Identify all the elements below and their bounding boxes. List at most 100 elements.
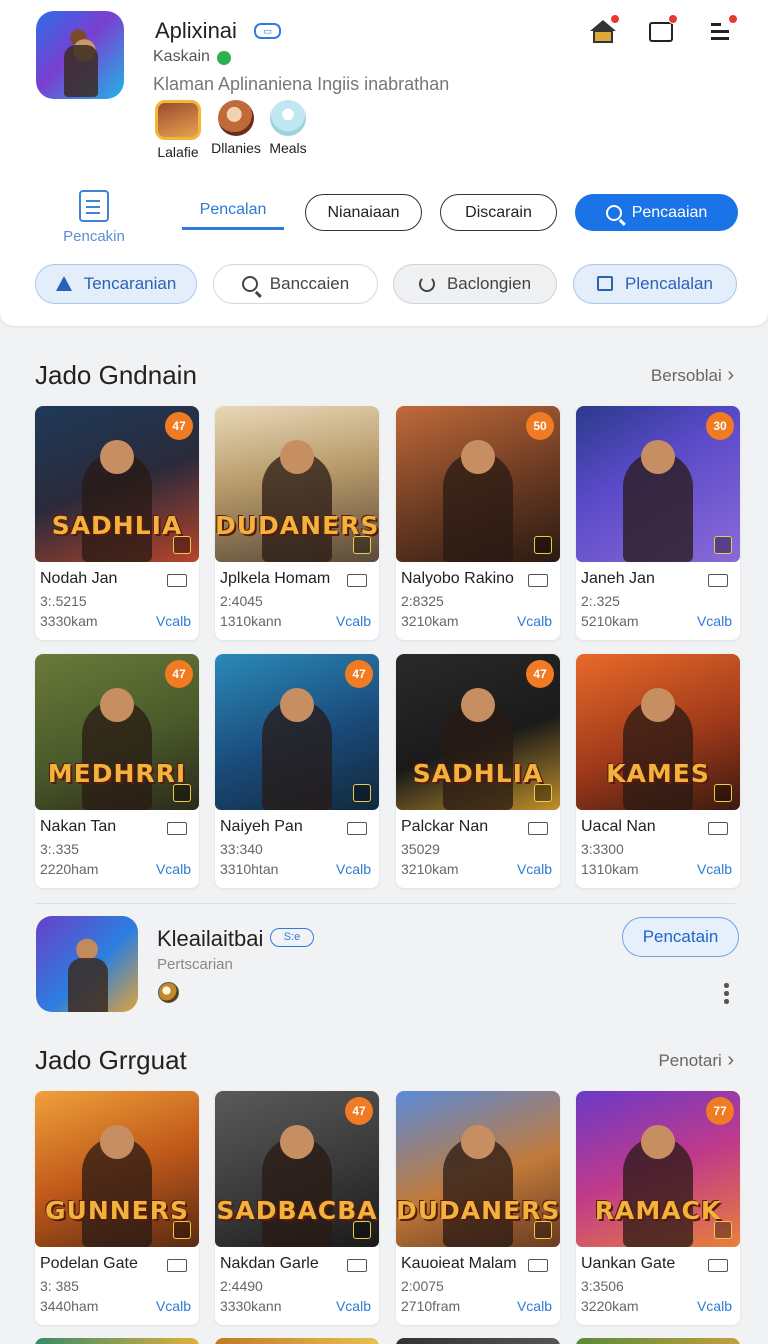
character-head: [641, 1125, 675, 1159]
chip-1[interactable]: Tencaranian: [35, 264, 197, 304]
refresh-icon: [418, 276, 435, 292]
tag-icon[interactable]: [347, 822, 367, 835]
game-size: 3330kam: [40, 613, 98, 629]
developer-name[interactable]: Kaskain: [153, 48, 210, 66]
section-link-2[interactable]: Penotari: [658, 1049, 734, 1072]
filter-side-button[interactable]: Pencakin: [58, 190, 130, 245]
rating-badge: 47: [526, 660, 554, 688]
search-icon: [605, 204, 622, 221]
section-link-1[interactable]: Bersoblai: [651, 364, 734, 387]
game-size: 3440ham: [40, 1298, 99, 1314]
game-stat: 3:.335: [40, 841, 79, 857]
card-peek: [35, 1338, 199, 1344]
game-action-link[interactable]: Vcalb: [336, 861, 371, 877]
rating-badge: 47: [345, 660, 373, 688]
tag-icon[interactable]: [347, 1259, 367, 1272]
pill-button-2[interactable]: Discarain: [440, 194, 557, 231]
primary-search-label: Pencaaian: [631, 203, 708, 221]
home-icon[interactable]: [590, 14, 620, 44]
bag-icon: [597, 276, 614, 292]
tag-icon[interactable]: [708, 822, 728, 835]
game-name: Uankan Gate: [581, 1255, 676, 1272]
game-action-link[interactable]: Vcalb: [336, 613, 371, 629]
featured-app-icon[interactable]: [36, 916, 138, 1012]
game-action-link[interactable]: Vcalb: [697, 1298, 732, 1314]
mini-thumb-2: [218, 100, 254, 136]
chip-2[interactable]: Banccaien: [213, 264, 378, 304]
coin-icon: [158, 982, 179, 1003]
tag-icon[interactable]: [167, 1259, 187, 1272]
game-size: 1310kann: [220, 613, 282, 629]
section-title-1: Jado Gndnain: [35, 360, 197, 390]
game-size: 1310kam: [581, 861, 639, 877]
search-icon: [241, 276, 258, 292]
app-tagline: Klaman Aplinaniena Ingiis inabrathan: [153, 74, 450, 94]
game-card[interactable]: SADHLIA 47 Nodah Jan 3:.5215 3330kam Vcalb: [35, 406, 199, 640]
game-size: 2220ham: [40, 861, 99, 877]
tag-icon[interactable]: [528, 1259, 548, 1272]
primary-search-button[interactable]: Pencaaian: [575, 194, 738, 231]
tag-icon[interactable]: [347, 574, 367, 587]
game-card[interactable]: 50 Nalyobo Rakino 2:8325 3210kam Vcalb: [396, 406, 560, 640]
tag-icon[interactable]: [528, 822, 548, 835]
game-name: Uacal Nan: [581, 818, 656, 835]
menu-icon[interactable]: [708, 14, 738, 44]
game-card[interactable]: MEDHRRI 47 Nakan Tan 3:.335 2220ham Vcalb: [35, 654, 199, 888]
game-name: Naiyeh Pan: [220, 818, 303, 835]
tag-icon[interactable]: [708, 1259, 728, 1272]
game-card[interactable]: 30 Janeh Jan 2:.325 5210kam Vcalb: [576, 406, 740, 640]
tag-icon[interactable]: [167, 574, 187, 587]
featured-badge: S:e: [270, 928, 314, 947]
game-card[interactable]: KAMES Uacal Nan 3:3300 1310kam Vcalb: [576, 654, 740, 888]
character-head: [461, 1125, 495, 1159]
tag-icon[interactable]: [528, 574, 548, 587]
game-stat: 35029: [401, 841, 440, 857]
character-head: [100, 688, 134, 722]
edit-icon: [353, 1221, 371, 1239]
divider: [35, 903, 735, 904]
more-options-icon[interactable]: [724, 983, 730, 1007]
game-card[interactable]: SADHLIA 47 Palckar Nan 35029 3210kam Vcalb: [396, 654, 560, 888]
game-artwork: 50: [396, 406, 560, 562]
game-action-link[interactable]: Vcalb: [697, 861, 732, 877]
game-action-link[interactable]: Vcalb: [697, 613, 732, 629]
game-card[interactable]: DUDANERS Kauoieat Malam 2:0075 2710fram Vcal…: [396, 1091, 560, 1325]
game-action-link[interactable]: Vcalb: [156, 1298, 191, 1314]
edit-icon: [353, 536, 371, 554]
game-card[interactable]: DUDANERS Jplkela Homam 2:4045 1310kann Vcalb: [215, 406, 379, 640]
game-action-link[interactable]: Vcalb: [156, 861, 191, 877]
game-artwork: MEDHRRI 47: [35, 654, 199, 810]
game-action-link[interactable]: Vcalb: [336, 1298, 371, 1314]
character-head: [461, 688, 495, 722]
game-size: 3210kam: [401, 613, 459, 629]
character-head: [641, 688, 675, 722]
game-stat: 3:3300: [581, 841, 624, 857]
triangle-icon: [55, 276, 72, 292]
tab-active[interactable]: Pencalan: [182, 201, 284, 230]
game-card[interactable]: 47 Naiyeh Pan 33:340 3310htan Vcalb: [215, 654, 379, 888]
game-action-link[interactable]: Vcalb: [156, 613, 191, 629]
chip-3[interactable]: Baclongien: [393, 264, 557, 304]
mini-item-3[interactable]: Meals: [265, 100, 311, 156]
game-size: 3330kann: [220, 1298, 282, 1314]
game-size: 5210kam: [581, 613, 639, 629]
tag-icon[interactable]: [167, 822, 187, 835]
mini-item-2[interactable]: Dllanies: [208, 100, 264, 156]
game-stat: 2:0075: [401, 1278, 444, 1294]
pill-button-1[interactable]: Nianaiaan: [305, 194, 422, 231]
featured-action-button[interactable]: Pencatain: [622, 917, 739, 957]
chip-label-4: Plencalalan: [625, 274, 713, 293]
chip-4[interactable]: Plencalalan: [573, 264, 737, 304]
game-action-link[interactable]: Vcalb: [517, 613, 552, 629]
app-icon[interactable]: [36, 11, 124, 99]
game-action-link[interactable]: Vcalb: [517, 861, 552, 877]
rating-badge: 30: [706, 412, 734, 440]
calendar-icon[interactable]: [648, 14, 678, 44]
mini-item-1[interactable]: Lalafie: [152, 100, 204, 160]
game-card[interactable]: RAMACK 77 Uankan Gate 3:3506 3220kam Vcalb: [576, 1091, 740, 1325]
game-action-link[interactable]: Vcalb: [517, 1298, 552, 1314]
tag-icon[interactable]: [708, 574, 728, 587]
edit-icon: [173, 784, 191, 802]
game-card[interactable]: GUNNERS Podelan Gate 3: 385 3440ham Vcalb: [35, 1091, 199, 1325]
game-card[interactable]: SADBACBA 47 Nakdan Garle 2:4490 3330kann Vcal…: [215, 1091, 379, 1325]
